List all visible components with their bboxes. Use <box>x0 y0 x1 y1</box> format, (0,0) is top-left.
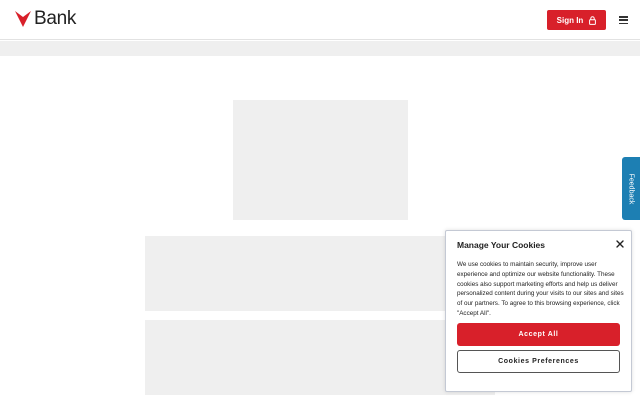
cookies-preferences-button[interactable]: Cookies Preferences <box>457 350 620 373</box>
sign-in-label: Sign In <box>556 15 584 25</box>
content-placeholder <box>145 236 495 311</box>
content-placeholder <box>145 320 495 395</box>
menu-line <box>619 16 628 18</box>
bank-logo[interactable]: Bank <box>13 9 76 29</box>
hamburger-menu-icon[interactable] <box>619 16 628 24</box>
page: Bank Sign In Feedback Manage Your Cookie… <box>0 0 640 400</box>
cookie-dialog-title: Manage Your Cookies <box>457 240 546 250</box>
secondary-nav-placeholder <box>0 41 640 56</box>
maple-leaf-icon <box>15 11 31 27</box>
accept-all-button[interactable]: Accept All <box>457 323 620 346</box>
cookie-consent-dialog: Manage Your Cookies We use cookies to ma… <box>445 230 632 392</box>
hero-image-placeholder <box>233 100 408 220</box>
feedback-tab[interactable]: Feedback <box>622 157 640 220</box>
sign-in-button[interactable]: Sign In <box>547 10 606 30</box>
close-icon[interactable] <box>615 239 625 249</box>
cookie-dialog-text: We use cookies to maintain security, imp… <box>457 261 624 317</box>
lock-icon <box>589 15 597 25</box>
feedback-label: Feedback <box>627 173 635 204</box>
logo-text: Bank <box>34 8 77 29</box>
menu-line <box>619 19 628 21</box>
menu-line <box>619 22 628 24</box>
site-header: Bank Sign In <box>0 0 640 40</box>
